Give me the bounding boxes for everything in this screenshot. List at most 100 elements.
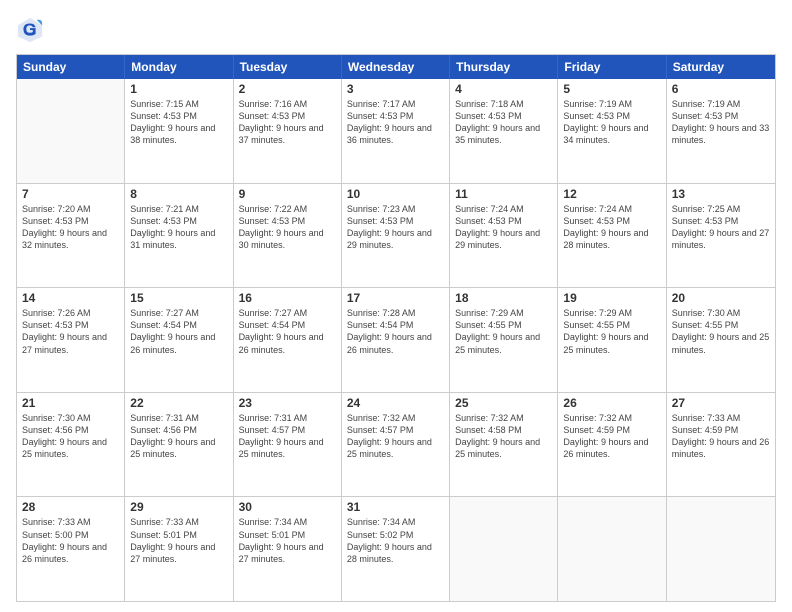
- cell-info: Sunrise: 7:29 AMSunset: 4:55 PMDaylight:…: [455, 307, 552, 356]
- cell-info: Sunrise: 7:17 AMSunset: 4:53 PMDaylight:…: [347, 98, 444, 147]
- calendar-day-16: 16 Sunrise: 7:27 AMSunset: 4:54 PMDaylig…: [234, 288, 342, 392]
- header-day-friday: Friday: [558, 55, 666, 79]
- calendar-empty-cell: [17, 79, 125, 183]
- day-number: 9: [239, 187, 336, 201]
- calendar-day-6: 6 Sunrise: 7:19 AMSunset: 4:53 PMDayligh…: [667, 79, 775, 183]
- calendar-day-1: 1 Sunrise: 7:15 AMSunset: 4:53 PMDayligh…: [125, 79, 233, 183]
- header-day-monday: Monday: [125, 55, 233, 79]
- cell-info: Sunrise: 7:24 AMSunset: 4:53 PMDaylight:…: [563, 203, 660, 252]
- day-number: 14: [22, 291, 119, 305]
- day-number: 5: [563, 82, 660, 96]
- calendar-day-24: 24 Sunrise: 7:32 AMSunset: 4:57 PMDaylig…: [342, 393, 450, 497]
- cell-info: Sunrise: 7:23 AMSunset: 4:53 PMDaylight:…: [347, 203, 444, 252]
- calendar-day-9: 9 Sunrise: 7:22 AMSunset: 4:53 PMDayligh…: [234, 184, 342, 288]
- calendar-row-2: 14 Sunrise: 7:26 AMSunset: 4:53 PMDaylig…: [17, 287, 775, 392]
- calendar-empty-cell: [450, 497, 558, 601]
- calendar-day-3: 3 Sunrise: 7:17 AMSunset: 4:53 PMDayligh…: [342, 79, 450, 183]
- calendar-day-5: 5 Sunrise: 7:19 AMSunset: 4:53 PMDayligh…: [558, 79, 666, 183]
- day-number: 1: [130, 82, 227, 96]
- calendar-day-13: 13 Sunrise: 7:25 AMSunset: 4:53 PMDaylig…: [667, 184, 775, 288]
- header-day-wednesday: Wednesday: [342, 55, 450, 79]
- day-number: 22: [130, 396, 227, 410]
- calendar-day-17: 17 Sunrise: 7:28 AMSunset: 4:54 PMDaylig…: [342, 288, 450, 392]
- cell-info: Sunrise: 7:32 AMSunset: 4:59 PMDaylight:…: [563, 412, 660, 461]
- cell-info: Sunrise: 7:18 AMSunset: 4:53 PMDaylight:…: [455, 98, 552, 147]
- day-number: 19: [563, 291, 660, 305]
- cell-info: Sunrise: 7:32 AMSunset: 4:57 PMDaylight:…: [347, 412, 444, 461]
- cell-info: Sunrise: 7:33 AMSunset: 4:59 PMDaylight:…: [672, 412, 770, 461]
- day-number: 28: [22, 500, 119, 514]
- calendar-header: SundayMondayTuesdayWednesdayThursdayFrid…: [17, 55, 775, 79]
- calendar-day-14: 14 Sunrise: 7:26 AMSunset: 4:53 PMDaylig…: [17, 288, 125, 392]
- cell-info: Sunrise: 7:34 AMSunset: 5:01 PMDaylight:…: [239, 516, 336, 565]
- day-number: 4: [455, 82, 552, 96]
- day-number: 27: [672, 396, 770, 410]
- calendar-day-22: 22 Sunrise: 7:31 AMSunset: 4:56 PMDaylig…: [125, 393, 233, 497]
- calendar-day-31: 31 Sunrise: 7:34 AMSunset: 5:02 PMDaylig…: [342, 497, 450, 601]
- day-number: 26: [563, 396, 660, 410]
- day-number: 17: [347, 291, 444, 305]
- calendar-day-27: 27 Sunrise: 7:33 AMSunset: 4:59 PMDaylig…: [667, 393, 775, 497]
- day-number: 16: [239, 291, 336, 305]
- day-number: 12: [563, 187, 660, 201]
- day-number: 23: [239, 396, 336, 410]
- header: [16, 16, 776, 44]
- calendar-day-21: 21 Sunrise: 7:30 AMSunset: 4:56 PMDaylig…: [17, 393, 125, 497]
- cell-info: Sunrise: 7:24 AMSunset: 4:53 PMDaylight:…: [455, 203, 552, 252]
- day-number: 6: [672, 82, 770, 96]
- cell-info: Sunrise: 7:33 AMSunset: 5:01 PMDaylight:…: [130, 516, 227, 565]
- calendar-day-23: 23 Sunrise: 7:31 AMSunset: 4:57 PMDaylig…: [234, 393, 342, 497]
- calendar-day-26: 26 Sunrise: 7:32 AMSunset: 4:59 PMDaylig…: [558, 393, 666, 497]
- day-number: 13: [672, 187, 770, 201]
- cell-info: Sunrise: 7:20 AMSunset: 4:53 PMDaylight:…: [22, 203, 119, 252]
- day-number: 25: [455, 396, 552, 410]
- logo-icon: [16, 16, 44, 44]
- calendar-day-8: 8 Sunrise: 7:21 AMSunset: 4:53 PMDayligh…: [125, 184, 233, 288]
- cell-info: Sunrise: 7:16 AMSunset: 4:53 PMDaylight:…: [239, 98, 336, 147]
- day-number: 31: [347, 500, 444, 514]
- cell-info: Sunrise: 7:30 AMSunset: 4:56 PMDaylight:…: [22, 412, 119, 461]
- cell-info: Sunrise: 7:15 AMSunset: 4:53 PMDaylight:…: [130, 98, 227, 147]
- calendar-day-7: 7 Sunrise: 7:20 AMSunset: 4:53 PMDayligh…: [17, 184, 125, 288]
- calendar-empty-cell: [558, 497, 666, 601]
- calendar-row-3: 21 Sunrise: 7:30 AMSunset: 4:56 PMDaylig…: [17, 392, 775, 497]
- calendar-day-10: 10 Sunrise: 7:23 AMSunset: 4:53 PMDaylig…: [342, 184, 450, 288]
- calendar-day-29: 29 Sunrise: 7:33 AMSunset: 5:01 PMDaylig…: [125, 497, 233, 601]
- day-number: 18: [455, 291, 552, 305]
- calendar-day-30: 30 Sunrise: 7:34 AMSunset: 5:01 PMDaylig…: [234, 497, 342, 601]
- cell-info: Sunrise: 7:27 AMSunset: 4:54 PMDaylight:…: [239, 307, 336, 356]
- main-container: SundayMondayTuesdayWednesdayThursdayFrid…: [0, 0, 792, 612]
- header-day-thursday: Thursday: [450, 55, 558, 79]
- day-number: 29: [130, 500, 227, 514]
- cell-info: Sunrise: 7:30 AMSunset: 4:55 PMDaylight:…: [672, 307, 770, 356]
- cell-info: Sunrise: 7:32 AMSunset: 4:58 PMDaylight:…: [455, 412, 552, 461]
- calendar-day-20: 20 Sunrise: 7:30 AMSunset: 4:55 PMDaylig…: [667, 288, 775, 392]
- day-number: 21: [22, 396, 119, 410]
- day-number: 11: [455, 187, 552, 201]
- header-day-tuesday: Tuesday: [234, 55, 342, 79]
- cell-info: Sunrise: 7:25 AMSunset: 4:53 PMDaylight:…: [672, 203, 770, 252]
- calendar-day-28: 28 Sunrise: 7:33 AMSunset: 5:00 PMDaylig…: [17, 497, 125, 601]
- day-number: 2: [239, 82, 336, 96]
- cell-info: Sunrise: 7:26 AMSunset: 4:53 PMDaylight:…: [22, 307, 119, 356]
- day-number: 24: [347, 396, 444, 410]
- cell-info: Sunrise: 7:29 AMSunset: 4:55 PMDaylight:…: [563, 307, 660, 356]
- day-number: 3: [347, 82, 444, 96]
- day-number: 8: [130, 187, 227, 201]
- cell-info: Sunrise: 7:22 AMSunset: 4:53 PMDaylight:…: [239, 203, 336, 252]
- calendar-day-12: 12 Sunrise: 7:24 AMSunset: 4:53 PMDaylig…: [558, 184, 666, 288]
- day-number: 20: [672, 291, 770, 305]
- calendar-day-15: 15 Sunrise: 7:27 AMSunset: 4:54 PMDaylig…: [125, 288, 233, 392]
- calendar-day-18: 18 Sunrise: 7:29 AMSunset: 4:55 PMDaylig…: [450, 288, 558, 392]
- calendar-row-1: 7 Sunrise: 7:20 AMSunset: 4:53 PMDayligh…: [17, 183, 775, 288]
- calendar-day-4: 4 Sunrise: 7:18 AMSunset: 4:53 PMDayligh…: [450, 79, 558, 183]
- calendar-day-2: 2 Sunrise: 7:16 AMSunset: 4:53 PMDayligh…: [234, 79, 342, 183]
- calendar-row-4: 28 Sunrise: 7:33 AMSunset: 5:00 PMDaylig…: [17, 496, 775, 601]
- calendar-row-0: 1 Sunrise: 7:15 AMSunset: 4:53 PMDayligh…: [17, 79, 775, 183]
- calendar-day-25: 25 Sunrise: 7:32 AMSunset: 4:58 PMDaylig…: [450, 393, 558, 497]
- header-day-saturday: Saturday: [667, 55, 775, 79]
- calendar-day-11: 11 Sunrise: 7:24 AMSunset: 4:53 PMDaylig…: [450, 184, 558, 288]
- cell-info: Sunrise: 7:31 AMSunset: 4:56 PMDaylight:…: [130, 412, 227, 461]
- cell-info: Sunrise: 7:19 AMSunset: 4:53 PMDaylight:…: [563, 98, 660, 147]
- cell-info: Sunrise: 7:19 AMSunset: 4:53 PMDaylight:…: [672, 98, 770, 147]
